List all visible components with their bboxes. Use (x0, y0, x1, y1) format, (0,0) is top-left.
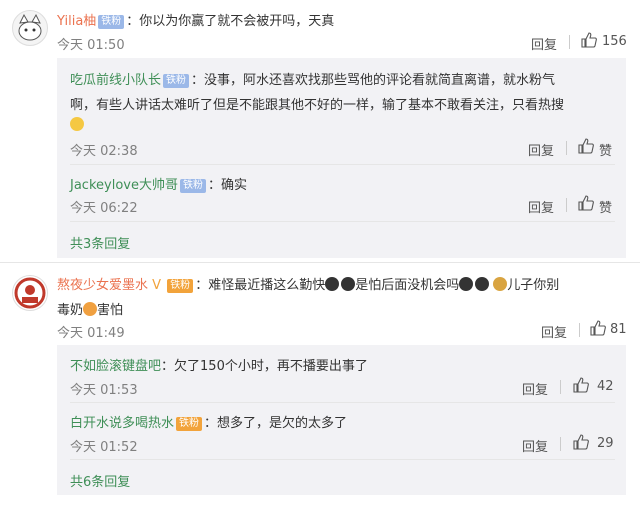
reply-username[interactable]: Jackeylove大帅哥 (70, 178, 178, 193)
fan-badge: 铁粉 (176, 417, 203, 431)
reply-button[interactable]: 回复 (522, 436, 548, 455)
thumb-up-icon[interactable] (590, 320, 606, 336)
laugh-emoji-icon (70, 117, 84, 133)
thumb-up-icon[interactable] (573, 377, 589, 393)
thumb-up-icon[interactable] (578, 195, 594, 211)
comment-text-cont: 毒奶 害怕 (57, 299, 123, 318)
reply-text: 没事，阿水还喜欢找那些骂他的评论看就简直离谱，就水粉气 (204, 73, 556, 88)
cat-avatar-icon (18, 13, 42, 41)
dog-emoji-icon (493, 277, 508, 291)
divider (566, 198, 567, 212)
fan-badge: 铁粉 (163, 74, 190, 88)
comment-text: 难怪最近播这么勤快 (208, 278, 326, 293)
thumb-up-icon[interactable] (578, 138, 594, 154)
like-label: 赞 (599, 144, 613, 159)
reply-button[interactable]: 回复 (522, 379, 548, 398)
reply-username[interactable]: 不如脸滚键盘吧 (70, 359, 161, 374)
reply-button[interactable]: 回复 (528, 140, 554, 159)
username[interactable]: 熬夜少女爱墨水 (57, 278, 148, 293)
thumb-up-icon[interactable] (573, 434, 589, 450)
timestamp: 今天 01:50 (57, 38, 125, 53)
comment-text: 是怕后面没机会吗 (355, 278, 460, 293)
timestamp: 今天 01:49 (57, 326, 125, 341)
timestamp: 今天 02:38 (70, 144, 138, 159)
reply-button[interactable]: 回复 (531, 34, 557, 53)
more-replies-link[interactable]: 共6条回复 (70, 471, 130, 490)
reply-username[interactable]: 白开水说多喝热水 (70, 416, 174, 431)
avatar[interactable] (12, 10, 48, 46)
verified-v-icon: V (148, 278, 166, 293)
comment-text: 毒奶 (57, 303, 84, 318)
face-emoji-icon (475, 277, 490, 291)
like-count: 29 (597, 436, 614, 451)
reply-button[interactable]: 回复 (528, 197, 554, 216)
comment-text: 儿子你别 (507, 278, 560, 293)
timestamp: 今天 01:53 (70, 383, 138, 398)
timestamp: 今天 01:52 (70, 440, 138, 455)
comment-line: 熬夜少女爱墨水 V 铁粉 ：难怪最近播这么勤快 是怕后面没机会吗 儿子你别 (57, 277, 560, 293)
fan-badge: 铁粉 (98, 15, 125, 29)
divider (579, 323, 580, 337)
avatar[interactable] (12, 275, 48, 311)
reply-text-cont: 啊，有些人讲话太难听了但是不能跟其他不好的一样，输了基本不敢看关注，只看热搜 (70, 98, 565, 113)
divider (569, 35, 570, 49)
divider (70, 459, 615, 460)
like-label: 赞 (599, 201, 613, 216)
fan-badge: 铁粉 (167, 279, 194, 293)
divider (70, 402, 615, 403)
comment-divider (0, 262, 640, 263)
face-emoji-icon (341, 277, 356, 291)
divider (566, 141, 567, 155)
divider (560, 380, 561, 394)
divider (70, 164, 615, 165)
face-emoji-icon (325, 277, 340, 291)
fan-badge: 铁粉 (179, 179, 206, 193)
like-count: 42 (597, 379, 614, 394)
top-logo-avatar-icon (14, 277, 46, 309)
like-count: 156 (602, 34, 627, 49)
face-emoji-icon (459, 277, 474, 291)
reply-line: 吃瓜前线小队长 铁粉 ：没事，阿水还喜欢找那些骂他的评论看就简直离谱，就水粉气 (70, 73, 556, 88)
reply-button[interactable]: 回复 (541, 322, 567, 341)
reply-text: 确实 (220, 178, 247, 193)
reply-line: 白开水说多喝热水 铁粉 ：想多了，是欠的太多了 (70, 416, 348, 431)
reply-username[interactable]: 吃瓜前线小队长 (70, 73, 161, 88)
scared-emoji-icon (83, 302, 98, 316)
like-count: 81 (610, 322, 627, 337)
divider (560, 437, 561, 451)
comment-line: Yilia柚 铁粉 ：你以为你赢了就不会被开吗，天真 (57, 14, 335, 29)
more-replies-link[interactable]: 共3条回复 (70, 233, 130, 252)
comment-text: 你以为你赢了就不会被开吗，天真 (139, 14, 335, 29)
divider (70, 221, 615, 222)
timestamp: 今天 06:22 (70, 201, 138, 216)
comment-text: 害怕 (97, 303, 124, 318)
username[interactable]: Yilia柚 (57, 14, 96, 29)
reply-line: 不如脸滚键盘吧：欠了150个小时，再不播要出事了 (70, 359, 368, 374)
reply-text: 欠了150个小时，再不播要出事了 (174, 359, 368, 374)
reply-text: 想多了，是欠的太多了 (217, 416, 348, 431)
reply-line: Jackeylove大帅哥 铁粉 ：确实 (70, 178, 247, 193)
thumb-up-icon[interactable] (581, 32, 597, 48)
